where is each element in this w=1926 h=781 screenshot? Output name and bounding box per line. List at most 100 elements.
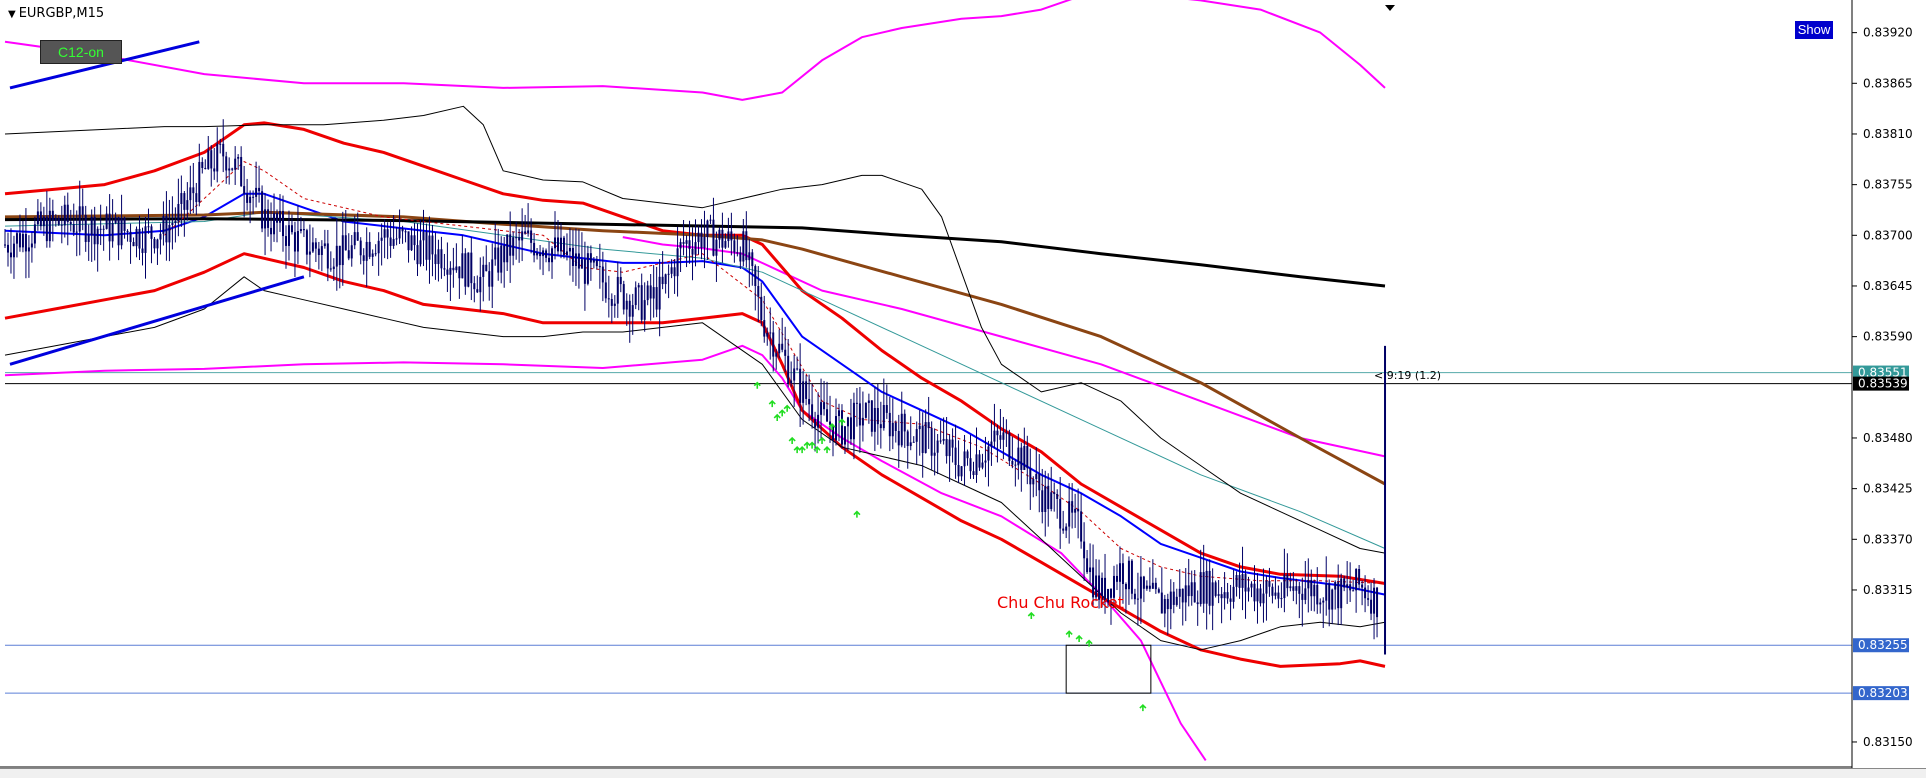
candle-body bbox=[428, 235, 431, 260]
candle-body bbox=[512, 237, 515, 256]
candle-body bbox=[1193, 582, 1196, 603]
candle-body bbox=[966, 451, 969, 459]
candle-body bbox=[78, 206, 81, 232]
candle-body bbox=[826, 409, 829, 422]
candle-body bbox=[891, 422, 894, 437]
candle-body bbox=[281, 210, 284, 237]
candle-body bbox=[69, 222, 72, 225]
candle-body bbox=[30, 243, 33, 248]
candle-body bbox=[1253, 583, 1256, 602]
candle-body bbox=[24, 233, 27, 252]
candle-body bbox=[57, 217, 60, 225]
candle-body bbox=[996, 430, 999, 436]
candle-body bbox=[258, 187, 261, 192]
candle-body bbox=[231, 168, 234, 170]
candle-body bbox=[27, 247, 30, 252]
candle-body bbox=[332, 266, 335, 270]
candle-body bbox=[820, 402, 823, 415]
candle-body bbox=[631, 305, 634, 317]
candle-body bbox=[1307, 579, 1310, 589]
candle-body bbox=[350, 245, 353, 259]
candle-body bbox=[1151, 582, 1154, 589]
candle-body bbox=[954, 447, 957, 466]
candle-body bbox=[1277, 592, 1280, 599]
candle-body bbox=[551, 248, 554, 263]
candle-body bbox=[751, 252, 754, 267]
chart[interactable]: 0.83920 0.83865 0.83810 0.83755 0.83700 0.836… bbox=[0, 0, 1926, 777]
candle-body bbox=[864, 402, 867, 418]
candle-body bbox=[1017, 447, 1020, 466]
candle-body bbox=[461, 253, 464, 279]
candle-body bbox=[518, 237, 521, 241]
candle-body bbox=[1274, 592, 1277, 596]
candle-body bbox=[96, 228, 99, 245]
candle-body bbox=[84, 214, 87, 242]
candle-body bbox=[341, 235, 344, 266]
candle-body bbox=[323, 243, 326, 247]
candle-body bbox=[1175, 596, 1178, 605]
candle-body bbox=[389, 237, 392, 246]
candle-body bbox=[353, 232, 356, 246]
y-tick-label: 0.83480 bbox=[1863, 431, 1913, 445]
candle-body bbox=[4, 244, 6, 246]
candle-body bbox=[213, 168, 216, 172]
candle-body bbox=[586, 253, 589, 284]
candle-body bbox=[649, 285, 652, 299]
candle-body bbox=[147, 226, 150, 228]
candle-body bbox=[368, 241, 371, 257]
candle-body bbox=[981, 462, 984, 468]
candle-body bbox=[1023, 446, 1026, 470]
c12-toggle-button[interactable]: C12-on bbox=[40, 40, 122, 64]
candle-body bbox=[1367, 598, 1370, 600]
candle-body bbox=[135, 228, 138, 247]
candle-body bbox=[356, 232, 359, 241]
candle-body bbox=[619, 276, 622, 285]
y-tick-label: 0.83700 bbox=[1863, 228, 1913, 242]
candle-body bbox=[661, 276, 664, 285]
candle-body bbox=[1202, 572, 1205, 604]
candle-body bbox=[1280, 598, 1283, 600]
candle-body bbox=[494, 247, 497, 260]
candle-body bbox=[766, 332, 769, 337]
candle-body bbox=[395, 238, 398, 240]
candle-body bbox=[969, 458, 972, 472]
candle-body bbox=[879, 424, 882, 429]
candle-body bbox=[264, 209, 267, 229]
candle-body bbox=[177, 203, 180, 222]
candle-body bbox=[1298, 586, 1301, 594]
y-tick-label: 0.83425 bbox=[1863, 482, 1913, 496]
candle-body bbox=[616, 276, 619, 304]
candle-body bbox=[386, 229, 389, 238]
candle-body bbox=[335, 245, 338, 267]
candle-body bbox=[195, 193, 198, 203]
candle-body bbox=[1086, 558, 1089, 573]
candle-body bbox=[849, 417, 852, 440]
candle-body bbox=[1283, 574, 1286, 599]
candle-body bbox=[1250, 583, 1253, 588]
candle-body bbox=[1047, 485, 1050, 509]
candle-body bbox=[144, 226, 147, 253]
candle-body bbox=[138, 228, 141, 249]
chart-canvas[interactable]: 0.83920 0.83865 0.83810 0.83755 0.83700 0.836… bbox=[0, 0, 1926, 777]
candle-body bbox=[443, 268, 446, 270]
candle-body bbox=[132, 242, 135, 247]
candle-body bbox=[580, 259, 583, 269]
candle-body bbox=[503, 245, 506, 263]
candle-body bbox=[739, 252, 742, 262]
candle-body bbox=[273, 213, 276, 235]
candle-body bbox=[186, 200, 189, 210]
candle-body bbox=[1343, 578, 1346, 588]
candle-body bbox=[1029, 468, 1032, 485]
candle-body bbox=[75, 231, 78, 233]
symbol-title-text: EURGBP,M15 bbox=[18, 6, 105, 21]
candle-body bbox=[1059, 498, 1062, 529]
candle-body bbox=[607, 298, 610, 300]
candle-body bbox=[757, 286, 760, 297]
candle-body bbox=[999, 435, 1002, 440]
candle-body bbox=[1184, 585, 1187, 603]
candle-body bbox=[407, 231, 410, 251]
candle-body bbox=[906, 431, 909, 447]
candle-body bbox=[1011, 460, 1014, 465]
candle-body bbox=[694, 242, 697, 255]
show-button[interactable]: Show bbox=[1795, 21, 1833, 39]
